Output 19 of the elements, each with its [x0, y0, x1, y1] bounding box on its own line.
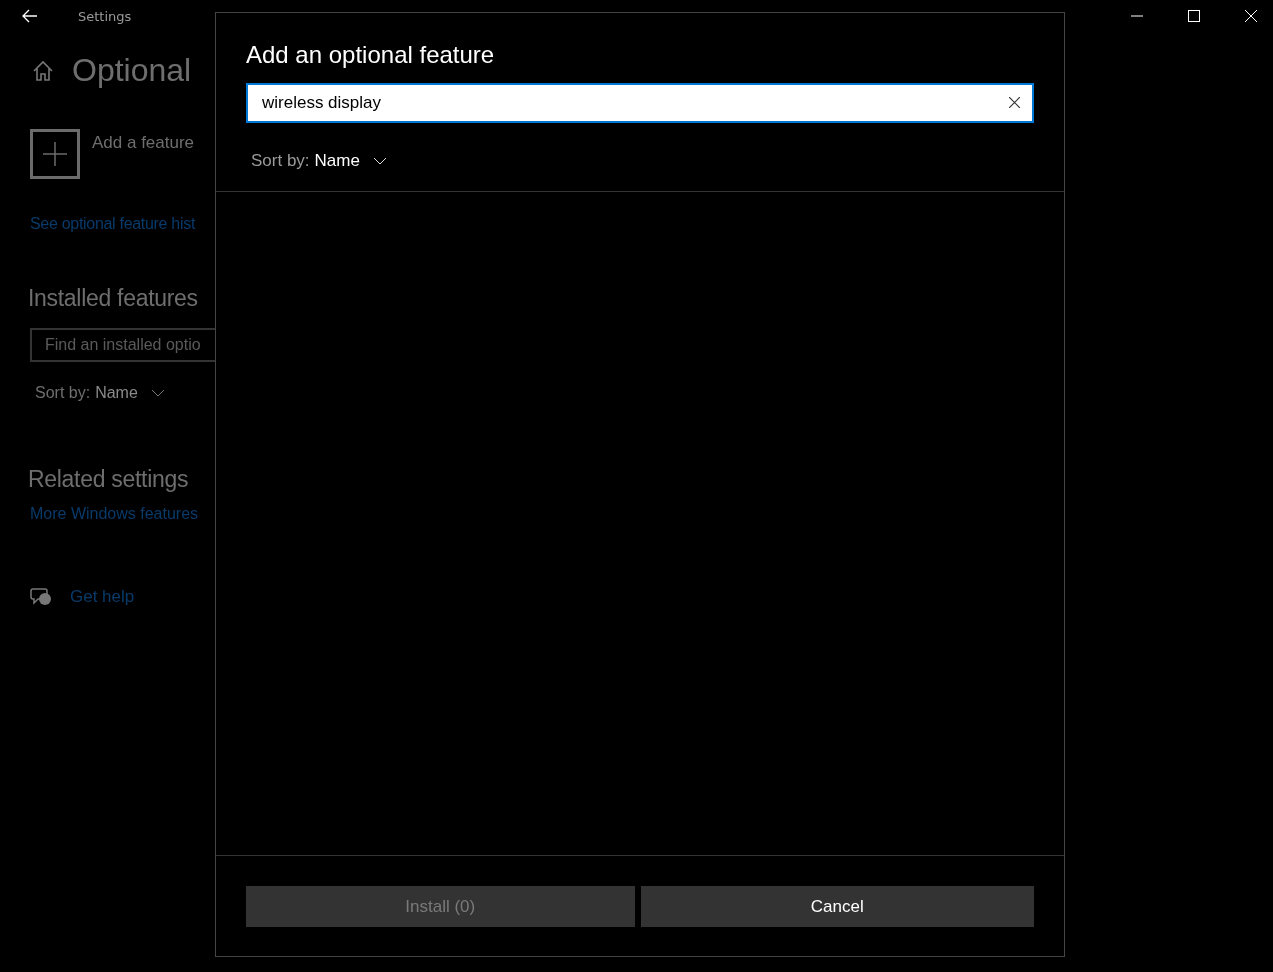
add-feature-label[interactable]: Add a feature [92, 133, 195, 153]
home-icon[interactable] [32, 59, 54, 82]
clear-icon[interactable] [1009, 97, 1020, 108]
sort-label: Sort by: [251, 151, 310, 171]
close-icon[interactable] [1245, 10, 1257, 22]
maximize-icon[interactable] [1188, 10, 1200, 22]
section-heading: Related settings [28, 466, 189, 493]
sort-dropdown[interactable]: Name [95, 384, 138, 402]
cancel-button[interactable]: Cancel [640, 886, 1034, 927]
sort-label: Sort by: [35, 384, 91, 402]
back-arrow-icon[interactable] [22, 9, 38, 23]
add-feature-plus-icon[interactable] [30, 129, 80, 179]
window-title: Settings [78, 8, 132, 24]
page-title: Optional [72, 52, 192, 89]
section-heading: Installed features [28, 285, 198, 312]
feature-search-field[interactable]: wireless display [246, 83, 1034, 123]
help-chat-icon[interactable] [30, 587, 52, 607]
sort-dropdown[interactable]: Name [314, 151, 360, 171]
dialog-title: Add an optional feature [246, 41, 496, 69]
